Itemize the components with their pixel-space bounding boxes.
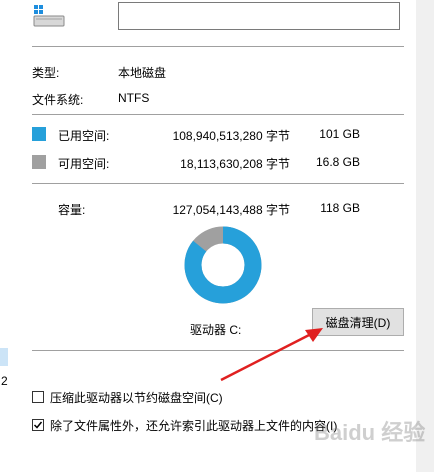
used-space-size: 101 GB <box>319 127 360 141</box>
capacity-label: 容量: <box>58 203 86 217</box>
filesystem-label: 文件系统: <box>32 93 84 107</box>
index-checkbox[interactable] <box>32 419 44 431</box>
type-label: 类型: <box>32 66 60 80</box>
properties-general-panel: 类型: 本地磁盘 文件系统: NTFS 已用空间: 108,940,513,28… <box>14 0 425 472</box>
free-space-size: 16.8 GB <box>315 155 360 169</box>
red-arrow-annotation <box>220 328 323 382</box>
watermark-text: Baidu 经验 <box>314 420 425 445</box>
background-window-strip-right <box>416 0 434 472</box>
background-number: 2 <box>1 374 8 388</box>
separator <box>32 350 404 351</box>
background-window-strip: 2 <box>0 0 14 472</box>
used-space-swatch <box>32 127 46 141</box>
separator <box>32 114 404 115</box>
free-space-swatch <box>32 155 46 169</box>
compress-checkbox[interactable] <box>32 391 44 403</box>
filesystem-value: NTFS <box>118 91 150 105</box>
free-space-bytes: 18,113,630,208 字节 <box>180 157 290 171</box>
used-space-bytes: 108,940,513,280 字节 <box>172 129 290 143</box>
drive-name-input[interactable] <box>118 2 400 30</box>
capacity-bytes: 127,054,143,488 字节 <box>172 203 290 217</box>
compress-label: 压缩此驱动器以节约磁盘空间(C) <box>50 391 223 405</box>
free-space-label: 可用空间: <box>58 157 110 171</box>
used-space-label: 已用空间: <box>58 129 110 143</box>
capacity-size: 118 GB <box>320 201 360 215</box>
baidu-watermark-logo: Baidu 经验 <box>314 420 425 445</box>
type-value: 本地磁盘 <box>118 66 167 80</box>
checkmark-icon <box>33 421 43 429</box>
index-label: 除了文件属性外，还允许索引此驱动器上文件的内容(I) <box>50 419 338 433</box>
background-selection-highlight <box>0 348 8 366</box>
separator <box>32 183 404 184</box>
disk-usage-donut <box>184 226 262 304</box>
separator <box>32 46 404 47</box>
drive-icon <box>33 5 65 27</box>
